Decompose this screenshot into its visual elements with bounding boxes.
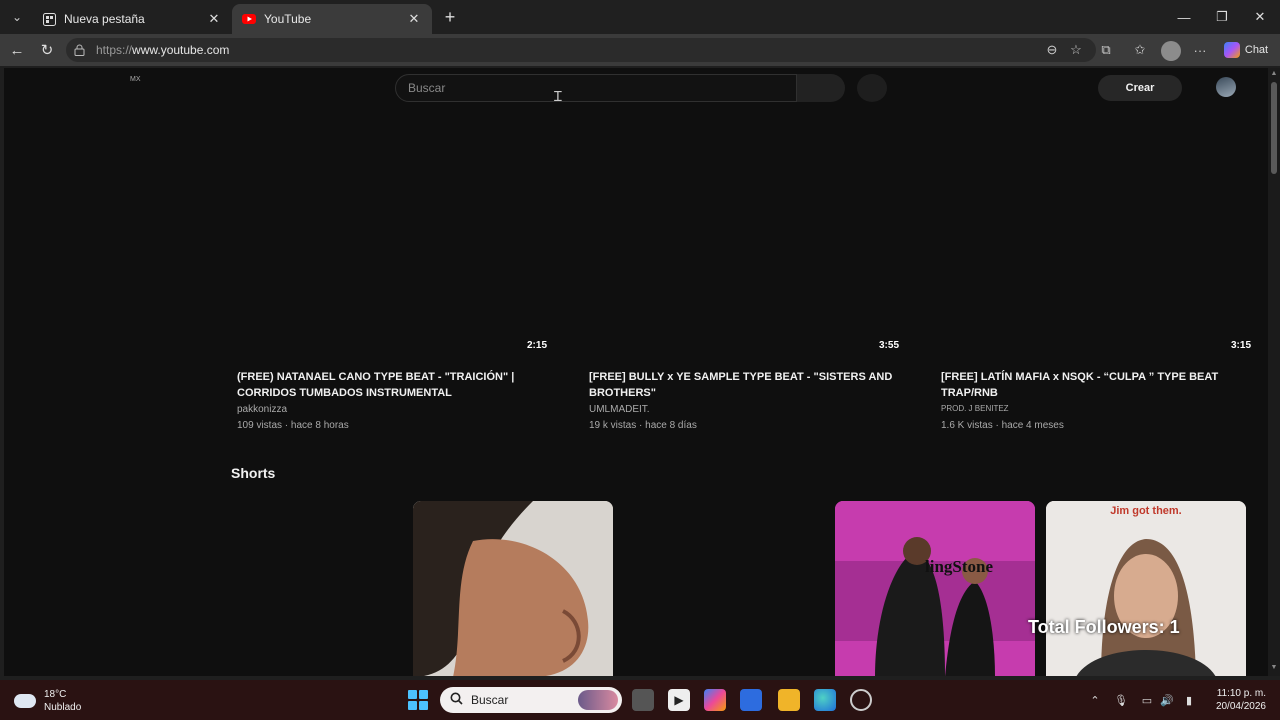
- close-tab-icon[interactable]: ✕: [406, 11, 422, 27]
- refresh-icon[interactable]: ↻: [36, 40, 58, 60]
- tab-youtube[interactable]: YouTube ✕: [232, 4, 432, 34]
- close-window-icon[interactable]: ✕: [1242, 4, 1278, 30]
- copilot-icon: [1223, 42, 1240, 58]
- edge-browser-icon[interactable]: [814, 689, 836, 711]
- youtube-page: MX Buscar Ɪ Crear 2:15 (FREE) NATANAEL C…: [4, 68, 1268, 676]
- video-meta: 1.6 K vistas · hace 4 meses: [941, 420, 1064, 431]
- browser-toolbar: ← ↻ https://www.youtube.com ⊖ ☆ ⧉ ✩ ··· …: [0, 34, 1280, 66]
- search-input[interactable]: Buscar: [395, 74, 797, 102]
- cloud-icon: [14, 694, 36, 708]
- video-title[interactable]: [FREE] LATÍN MAFIA x NSQK - “CULPA ” TYP…: [941, 369, 1257, 401]
- chat-button[interactable]: Chat: [1218, 39, 1274, 61]
- tab-new-tab[interactable]: Nueva pestaña ✕: [32, 4, 232, 34]
- rolling-stone-sign: lingStone: [925, 557, 994, 576]
- video-title[interactable]: (FREE) NATANAEL CANO TYPE BEAT - "TRAICI…: [237, 369, 553, 401]
- video-meta: 109 vistas · hace 8 horas: [237, 420, 349, 431]
- tab-title: Nueva pestaña: [64, 12, 145, 26]
- restore-icon[interactable]: ❐: [1204, 4, 1240, 30]
- store-icon[interactable]: [740, 689, 762, 711]
- url-text: https://www.youtube.com: [96, 43, 230, 57]
- short-thumbnail[interactable]: lingStone: [835, 501, 1035, 676]
- create-button[interactable]: Crear: [1098, 75, 1182, 101]
- scrollbar-thumb[interactable]: [1271, 82, 1277, 174]
- youtube-favicon-icon: [242, 12, 256, 26]
- short-jim-image: [1046, 501, 1246, 676]
- new-tab-plus-icon[interactable]: +: [440, 7, 460, 27]
- address-bar[interactable]: https://www.youtube.com: [66, 38, 1096, 62]
- site-info-icon[interactable]: [74, 43, 88, 57]
- video-meta: 19 k vistas · hace 8 días: [589, 420, 697, 431]
- channel-name[interactable]: PROD. J BENITEZ: [941, 404, 1009, 413]
- short-overlay-text: Jim got them.: [1110, 505, 1182, 517]
- browser-tab-strip: ⌄ Nueva pestaña ✕ YouTube ✕ + — ❐ ✕: [0, 0, 1280, 34]
- settings-app-icon[interactable]: [850, 689, 872, 711]
- favorite-star-icon[interactable]: ☆: [1066, 40, 1086, 60]
- system-clock[interactable]: 11:10 p. m. 20/04/2026: [1206, 687, 1266, 713]
- video-thumbnail[interactable]: [237, 118, 553, 358]
- weather-widget[interactable]: 18°C Nublado: [14, 688, 81, 714]
- video-thumbnail[interactable]: [589, 118, 905, 358]
- video-title[interactable]: [FREE] BULLY x YE SAMPLE TYPE BEAT - "SI…: [589, 369, 905, 401]
- tab-actions-menu-icon[interactable]: ⌄: [6, 6, 28, 28]
- video-duration: 3:55: [878, 340, 899, 351]
- search-icon: [450, 692, 463, 708]
- search-highlight-image: [578, 690, 618, 710]
- show-hidden-icons-chevron-icon[interactable]: ⌃: [1086, 691, 1104, 709]
- short-thumbnail[interactable]: Jim got them.: [1046, 501, 1246, 676]
- more-options-icon[interactable]: ···: [1190, 40, 1210, 60]
- battery-icon[interactable]: ▮: [1180, 691, 1198, 709]
- video-duration: 3:15: [1230, 340, 1251, 351]
- extensions-icon[interactable]: ⧉: [1096, 40, 1116, 60]
- chat-label: Chat: [1244, 44, 1269, 56]
- channel-name[interactable]: pakkonizza: [237, 404, 287, 415]
- zoom-icon[interactable]: ⊖: [1042, 40, 1062, 60]
- clock-time: 11:10 p. m.: [1216, 688, 1266, 699]
- video-duration: 2:15: [526, 340, 547, 351]
- back-arrow-icon[interactable]: ←: [6, 40, 28, 60]
- voice-search-button[interactable]: [857, 74, 887, 102]
- scroll-up-arrow-icon[interactable]: ▲: [1270, 70, 1278, 77]
- new-tab-page-icon: [42, 12, 56, 26]
- weather-condition: Nublado: [44, 702, 82, 713]
- windows-taskbar: 18°C Nublado Buscar ▶ ⌃ 🎙 ▭ 🔊 ▮ 11:10 p. …: [0, 680, 1280, 720]
- favorites-icon[interactable]: ✩: [1130, 40, 1150, 60]
- shorts-heading: Shorts: [231, 465, 276, 481]
- file-explorer-icon[interactable]: [778, 689, 800, 711]
- clock-date: 20/04/2026: [1215, 701, 1266, 712]
- profile-avatar[interactable]: [1161, 41, 1181, 61]
- microphone-icon[interactable]: 🎙: [1112, 691, 1130, 709]
- channel-name[interactable]: UMLMADEIT.: [589, 404, 650, 415]
- task-view-icon[interactable]: [632, 689, 654, 711]
- tab-title: YouTube: [264, 12, 312, 26]
- search-placeholder: Buscar: [408, 81, 446, 95]
- short-face-image: [413, 501, 613, 676]
- windows-start-icon[interactable]: [408, 690, 428, 710]
- volume-icon[interactable]: 🔊: [1158, 691, 1176, 709]
- short-overlay-text: Total Followers: 1: [1028, 617, 1180, 637]
- search-button[interactable]: [797, 74, 845, 102]
- scroll-down-arrow-icon[interactable]: ▼: [1270, 664, 1278, 671]
- taskbar-search[interactable]: Buscar: [440, 687, 622, 713]
- weather-temp: 18°C: [44, 689, 67, 700]
- copilot-app-icon[interactable]: [704, 689, 726, 711]
- region-badge: MX: [130, 76, 141, 83]
- short-thumbnail[interactable]: [413, 501, 613, 676]
- text-cursor-icon: Ɪ: [554, 89, 562, 105]
- network-icon[interactable]: ▭: [1138, 691, 1156, 709]
- account-avatar[interactable]: [1216, 77, 1236, 97]
- minimize-icon[interactable]: —: [1166, 4, 1202, 30]
- media-player-icon[interactable]: ▶: [668, 689, 690, 711]
- taskbar-search-label: Buscar: [471, 693, 509, 707]
- short-red-carpet-image: [835, 501, 1035, 676]
- close-tab-icon[interactable]: ✕: [206, 11, 222, 27]
- video-thumbnail[interactable]: [941, 118, 1257, 358]
- page-scrollbar[interactable]: ▲ ▼: [1268, 68, 1280, 676]
